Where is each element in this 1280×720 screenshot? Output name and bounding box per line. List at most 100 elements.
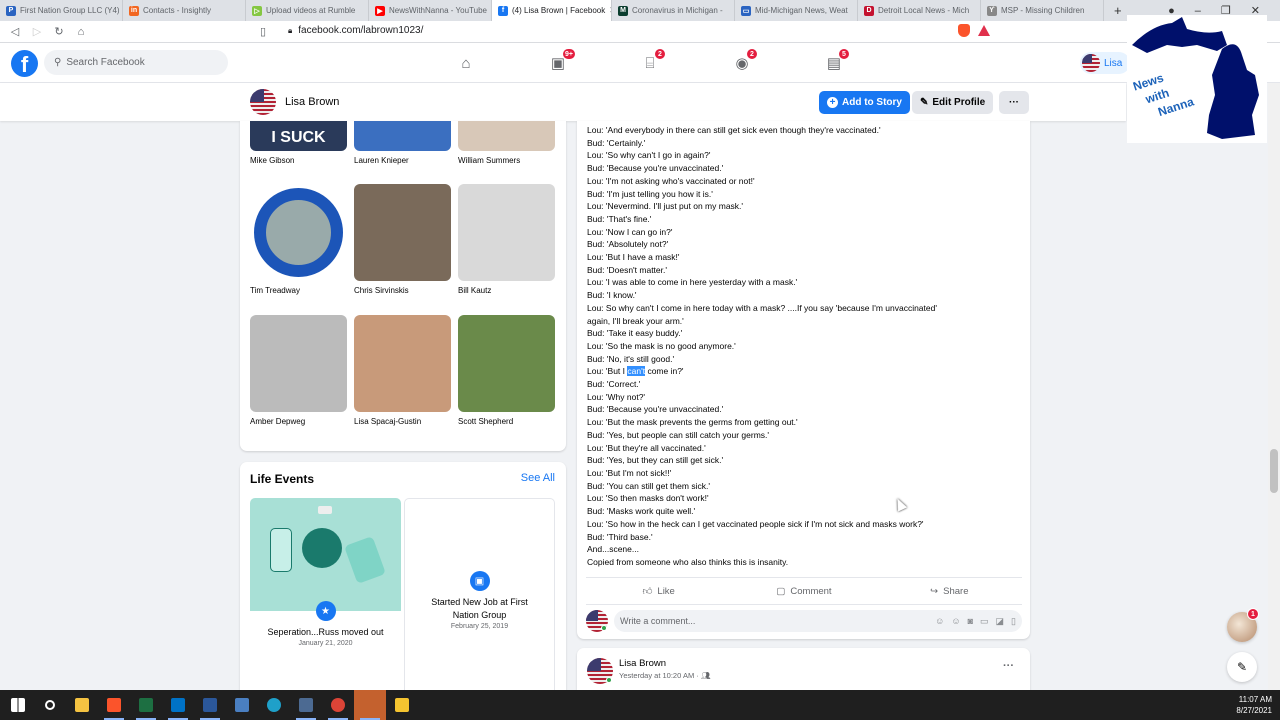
friend-name[interactable]: Chris Sirvinskis (354, 286, 451, 295)
edit-profile-button[interactable]: ✎ Edit Profile (912, 91, 994, 114)
taskbar-outlook[interactable] (162, 690, 194, 720)
taskbar-windows-start[interactable] (2, 690, 34, 720)
chat-head[interactable]: 1 (1227, 608, 1259, 642)
nav-home[interactable]: ⌂ (420, 43, 512, 83)
emoji-icon[interactable]: ☺ (951, 616, 960, 627)
reload-button[interactable]: ↻ (48, 25, 70, 38)
comment-input[interactable]: Write a comment... ☺ ☺ ◙ ▭ ◪ ▯ (614, 610, 1022, 632)
friend-photo[interactable] (250, 184, 347, 281)
taskbar-file-explorer[interactable] (66, 690, 98, 720)
friend-name[interactable]: William Summers (458, 156, 555, 165)
taskbar-chrome[interactable] (322, 690, 354, 720)
add-to-story-button[interactable]: + Add to Story (819, 91, 910, 114)
post-timestamp[interactable]: Yesterday at 10:20 AM · 👥︎ (619, 671, 710, 680)
like-button[interactable]: 👍︎ Like (586, 578, 731, 604)
friend-name[interactable]: Tim Treadway (250, 286, 347, 295)
friend-name[interactable]: Bill Kautz (458, 286, 555, 295)
url-field[interactable]: 🔒︎ facebook.com/labrown1023/ (288, 25, 423, 36)
share-button[interactable]: ↪ Share (877, 578, 1022, 604)
forward-button[interactable]: ▷ (26, 25, 48, 38)
taskbar-network[interactable] (226, 690, 258, 720)
news-with-nanna-logo: News with Nanna (1127, 15, 1267, 143)
nav-watch[interactable]: ▣ 9+ (512, 43, 604, 83)
youtube-icon: ▶ (375, 5, 385, 16)
browser-tab[interactable]: in Contacts - Insightly (123, 0, 246, 21)
taskbar-excel[interactable] (130, 690, 162, 720)
browser-tab[interactable]: ▶ NewsWithNanna - YouTube (369, 0, 492, 21)
home-button[interactable]: ⌂ (70, 26, 92, 38)
friend-item[interactable]: Bill Kautz (458, 184, 555, 295)
taskbar-edge[interactable] (258, 690, 290, 720)
avatar-sticker-icon[interactable]: ☺ (935, 616, 944, 627)
more-options-button[interactable]: ··· (999, 91, 1029, 114)
browser-tab[interactable]: ▭ Mid-Michigan News, Weat (735, 0, 858, 21)
nav-groups[interactable]: ◉ 2 (696, 43, 788, 83)
page-scrollbar[interactable] (1268, 83, 1280, 690)
profile-header: Lisa Brown + Add to Story ✎ Edit Profile… (0, 83, 1126, 121)
friend-photo[interactable] (354, 121, 451, 151)
taskbar-recorder[interactable] (354, 690, 386, 720)
profile-name[interactable]: Lisa Brown (285, 96, 339, 108)
friend-photo[interactable] (458, 121, 555, 151)
taskbar-search[interactable] (34, 690, 66, 720)
friend-name[interactable]: Lauren Knieper (354, 156, 451, 165)
friend-item[interactable]: William Summers (458, 121, 555, 165)
profile-shortcut-label: Lisa (1104, 57, 1123, 69)
avatar (1082, 54, 1100, 72)
friend-item[interactable]: Scott Shepherd (458, 315, 555, 426)
profile-avatar[interactable] (250, 89, 276, 115)
post-author[interactable]: Lisa Brown (619, 658, 666, 669)
browser-tab[interactable]: f(4) Lisa Brown | Facebook✕ (492, 0, 612, 21)
browser-tab[interactable]: M Coronavirus in Michigan - (612, 0, 735, 21)
search-input[interactable]: ⚲ Search Facebook (44, 50, 228, 75)
more-attachments-icon[interactable]: ▯ (1011, 616, 1016, 627)
profile-shortcut[interactable]: Lisa (1080, 52, 1131, 74)
friend-photo[interactable] (250, 315, 347, 412)
friend-item[interactable]: Amber Depweg (250, 315, 347, 426)
star-icon: ★ (315, 601, 336, 621)
post-more-button[interactable]: ··· (1003, 660, 1014, 672)
life-event-item[interactable]: ★ Seperation...Russ moved out January 21… (250, 498, 401, 698)
friend-photo[interactable] (354, 315, 451, 412)
friend-photo[interactable] (458, 184, 555, 281)
browser-tab[interactable]: P First Nation Group LLC (Y4) (0, 0, 123, 21)
friend-name[interactable]: Scott Shepherd (458, 417, 555, 426)
see-all-link[interactable]: See All (521, 472, 555, 484)
friend-name[interactable]: Amber Depweg (250, 417, 347, 426)
friend-name[interactable]: Mike Gibson (250, 156, 347, 165)
new-message-button[interactable]: ✎ (1227, 652, 1257, 682)
friend-photo[interactable]: I SUCK (250, 121, 347, 151)
facebook-logo[interactable]: f (11, 50, 38, 77)
system-clock[interactable]: 11:07 AM 8/27/2021 (1236, 694, 1272, 716)
bookmark-icon[interactable]: ▯ (260, 25, 266, 38)
browser-tab[interactable]: D Detroit Local News - Mich (858, 0, 981, 21)
comment-icon: ▢ (776, 585, 786, 597)
friend-item[interactable]: Chris Sirvinskis (354, 184, 451, 295)
scrollbar-thumb[interactable] (1270, 449, 1278, 493)
friend-name[interactable]: Lisa Spacaj-Gustin (354, 417, 451, 426)
comment-button[interactable]: ▢ Comment (731, 578, 876, 604)
brave-shields-icon[interactable] (958, 24, 970, 37)
friend-photo[interactable] (354, 184, 451, 281)
gif-icon[interactable]: ▭ (980, 616, 989, 627)
nav-marketplace[interactable]: ⌸ 2 (604, 43, 696, 83)
friend-item[interactable]: Lauren Knieper (354, 121, 451, 165)
back-button[interactable]: ◁ (4, 25, 26, 38)
browser-tab[interactable]: ϒ MSP - Missing Children (981, 0, 1104, 21)
friend-item[interactable]: Tim Treadway (250, 184, 347, 295)
new-tab-button[interactable]: + (1114, 3, 1122, 18)
marketplace-icon: ⌸ (645, 54, 655, 72)
nav-news[interactable]: ▤ 5 (788, 43, 880, 83)
taskbar-word[interactable] (194, 690, 226, 720)
friend-photo[interactable] (458, 315, 555, 412)
friend-item[interactable]: I SUCK Mike Gibson (250, 121, 347, 165)
browser-tab[interactable]: ▷ Upload videos at Rumble (246, 0, 369, 21)
brave-rewards-icon[interactable] (978, 25, 990, 36)
taskbar-brave[interactable] (98, 690, 130, 720)
life-event-item[interactable]: ▣ Started New Job at First Nation Group … (404, 498, 555, 698)
friend-item[interactable]: Lisa Spacaj-Gustin (354, 315, 451, 426)
camera-icon[interactable]: ◙ (968, 616, 973, 627)
taskbar-spreadsheet[interactable] (290, 690, 322, 720)
sticker-icon[interactable]: ◪ (996, 616, 1005, 627)
taskbar-sticky[interactable] (386, 690, 418, 720)
